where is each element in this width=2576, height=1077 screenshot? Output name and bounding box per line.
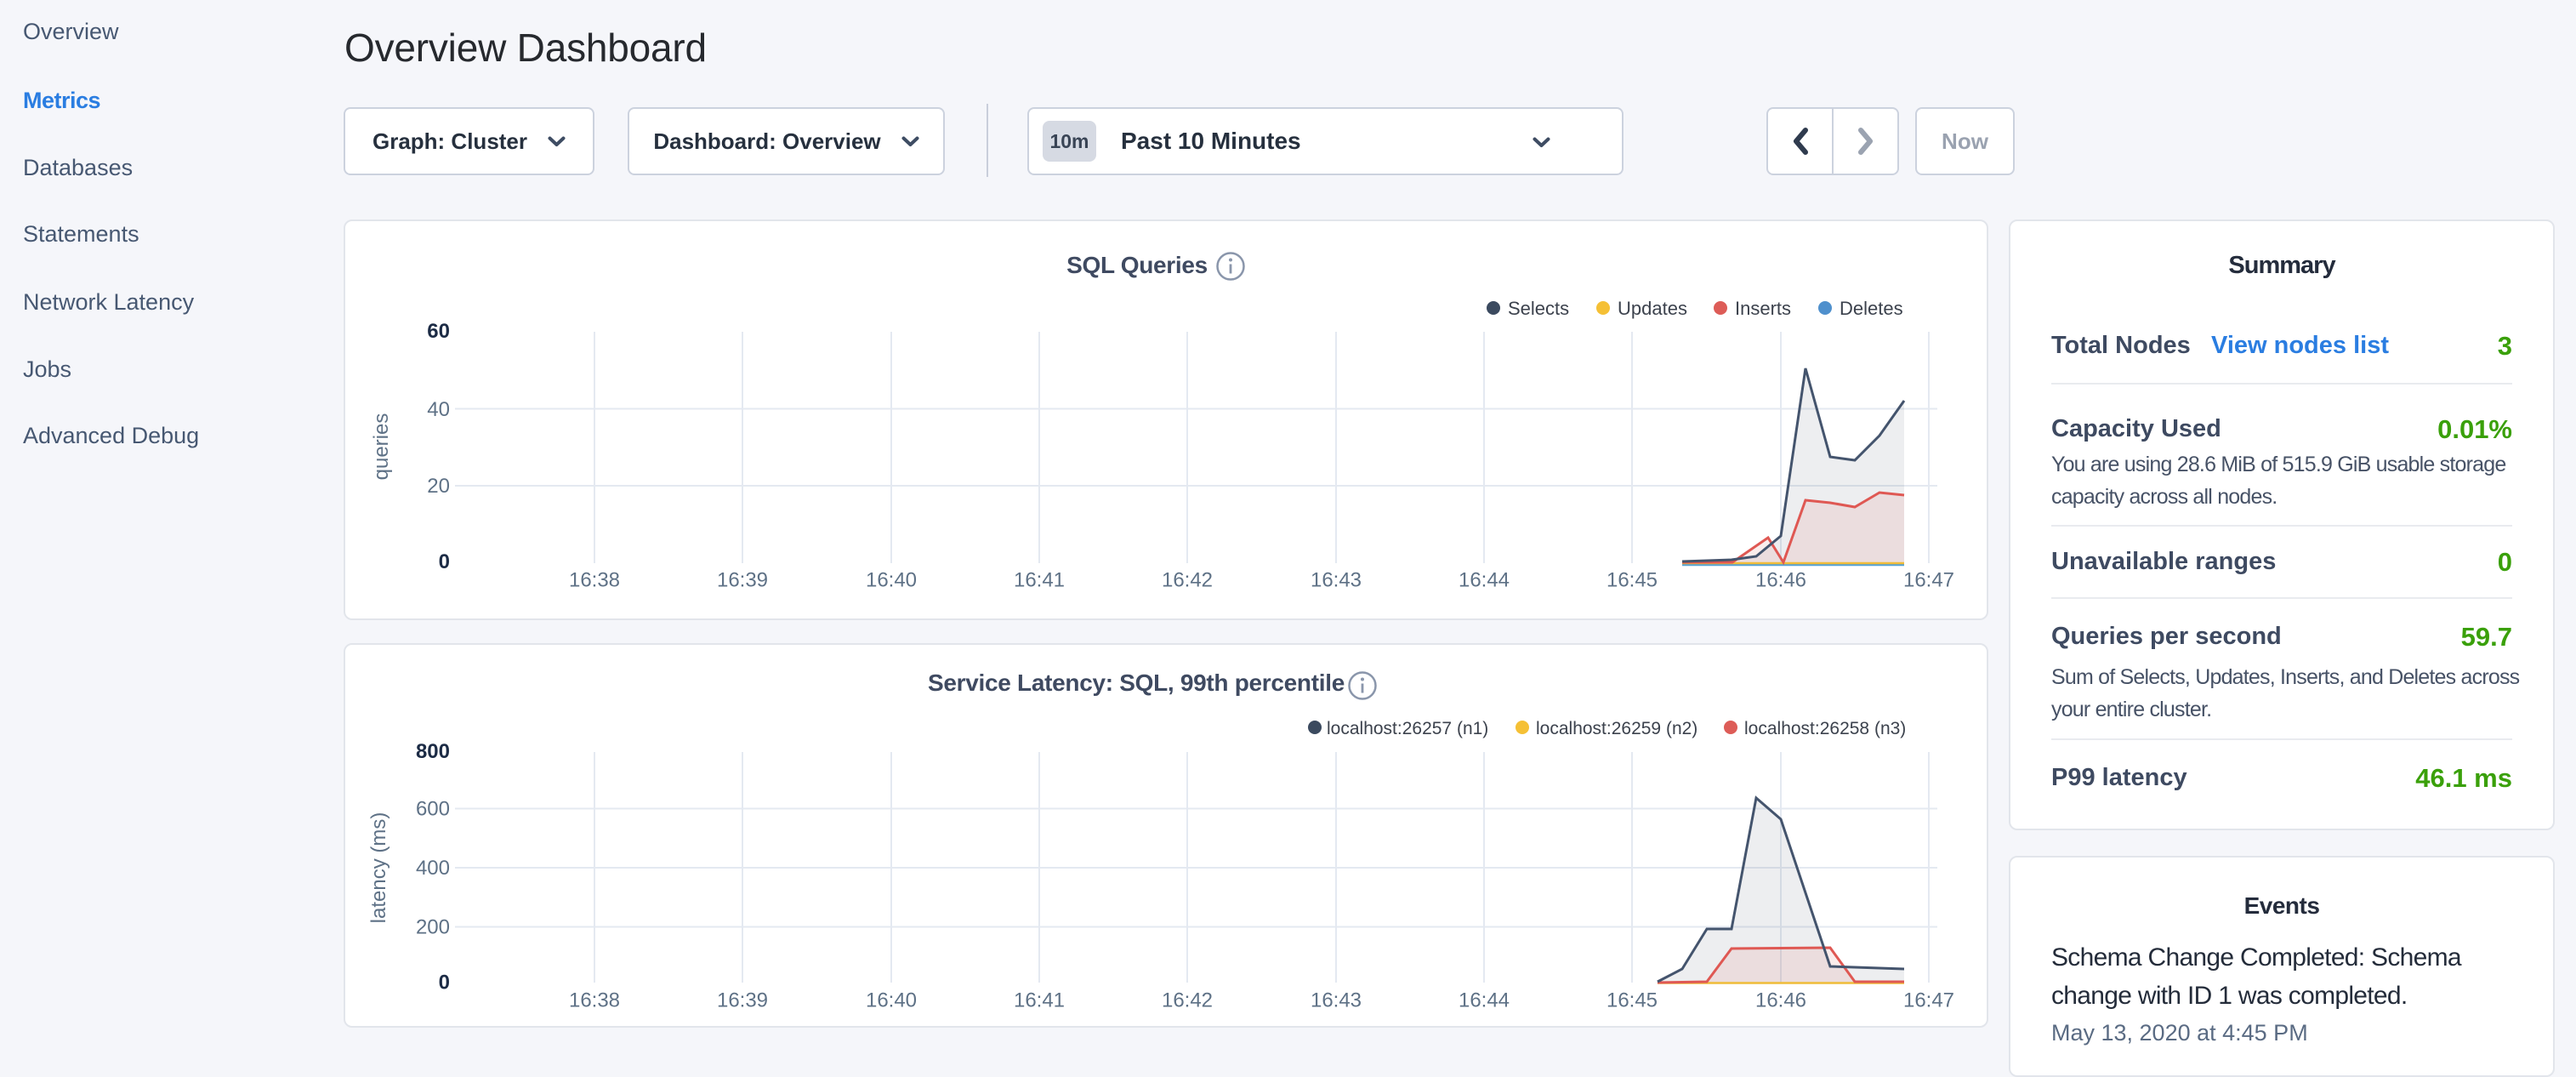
- svg-text:Service Latency: SQL, 99th per: Service Latency: SQL, 99th percentile: [928, 670, 1345, 696]
- svg-text:16:42: 16:42: [1162, 569, 1213, 592]
- svg-text:Inserts: Inserts: [1735, 298, 1791, 319]
- svg-text:localhost:26258 (n3): localhost:26258 (n3): [1744, 719, 1906, 738]
- svg-text:20: 20: [427, 475, 450, 498]
- svg-text:Deletes: Deletes: [1840, 298, 1903, 319]
- svg-text:60: 60: [427, 320, 450, 343]
- svg-text:16:44: 16:44: [1459, 569, 1510, 592]
- svg-text:16:40: 16:40: [866, 569, 917, 592]
- svg-text:16:43: 16:43: [1311, 569, 1362, 592]
- svg-text:16:45: 16:45: [1606, 569, 1658, 592]
- svg-text:16:38: 16:38: [569, 989, 620, 1012]
- svg-text:Selects: Selects: [1508, 298, 1569, 319]
- svg-text:40: 40: [427, 398, 450, 421]
- svg-text:SQL Queries: SQL Queries: [1066, 252, 1208, 278]
- svg-text:16:47: 16:47: [1903, 569, 1954, 592]
- svg-text:0: 0: [439, 972, 450, 994]
- svg-text:16:45: 16:45: [1606, 989, 1658, 1012]
- svg-text:16:47: 16:47: [1903, 989, 1954, 1012]
- svg-text:16:44: 16:44: [1459, 989, 1510, 1012]
- svg-text:400: 400: [416, 857, 450, 880]
- svg-text:queries: queries: [370, 413, 393, 481]
- svg-text:16:42: 16:42: [1162, 989, 1213, 1012]
- svg-text:latency (ms): latency (ms): [367, 812, 390, 924]
- svg-text:16:39: 16:39: [717, 989, 768, 1012]
- svg-text:localhost:26257 (n1): localhost:26257 (n1): [1327, 719, 1488, 738]
- svg-text:600: 600: [416, 798, 450, 821]
- svg-text:16:41: 16:41: [1014, 989, 1065, 1012]
- svg-text:16:41: 16:41: [1014, 569, 1065, 592]
- svg-text:16:46: 16:46: [1755, 989, 1806, 1012]
- svg-text:16:38: 16:38: [569, 569, 620, 592]
- svg-text:16:46: 16:46: [1755, 569, 1806, 592]
- svg-text:800: 800: [416, 740, 450, 763]
- svg-text:16:40: 16:40: [866, 989, 917, 1012]
- svg-text:16:39: 16:39: [717, 569, 768, 592]
- svg-text:200: 200: [416, 916, 450, 939]
- svg-text:0: 0: [439, 550, 450, 573]
- svg-text:Updates: Updates: [1618, 298, 1687, 319]
- svg-text:16:43: 16:43: [1311, 989, 1362, 1012]
- svg-text:localhost:26259 (n2): localhost:26259 (n2): [1536, 719, 1697, 738]
